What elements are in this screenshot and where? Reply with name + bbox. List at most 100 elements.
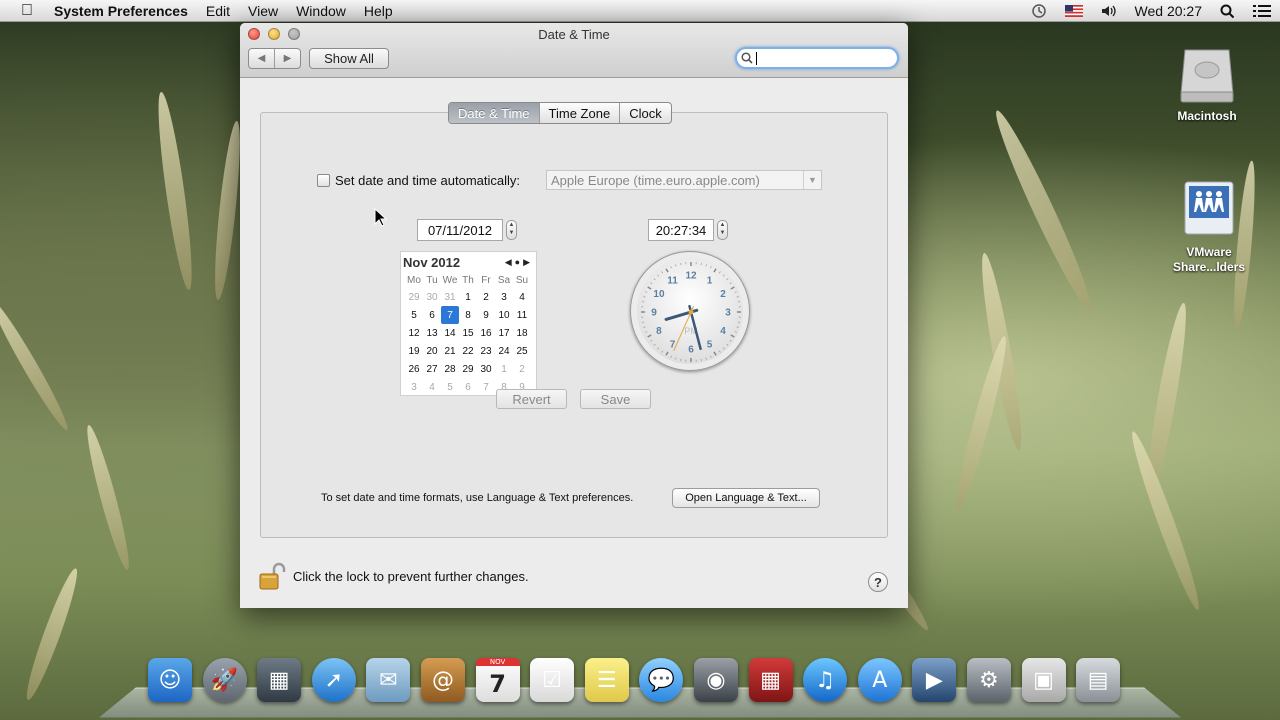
calendar-day[interactable]: 2: [513, 360, 531, 378]
open-language-text-button[interactable]: Open Language & Text...: [672, 488, 820, 508]
calendar-day[interactable]: 29: [405, 288, 423, 306]
back-arrow-icon[interactable]: ◀: [249, 49, 275, 68]
next-month-icon[interactable]: ▶: [523, 257, 533, 267]
itunes-icon[interactable]: ♫: [799, 654, 851, 706]
calendar-day[interactable]: 28: [441, 360, 459, 378]
calendar-day[interactable]: 19: [405, 342, 423, 360]
reminders-icon[interactable]: ☑: [526, 654, 578, 706]
calendar-day[interactable]: 1: [495, 360, 513, 378]
help-button[interactable]: ?: [868, 572, 888, 592]
menu-view[interactable]: View: [239, 3, 287, 19]
calendar-day[interactable]: 22: [459, 342, 477, 360]
facetime-icon[interactable]: ◉: [690, 654, 742, 706]
time-stepper[interactable]: ▲ ▼: [717, 220, 728, 240]
time-machine-icon[interactable]: [1022, 3, 1056, 19]
calendar-day[interactable]: 21: [441, 342, 459, 360]
app-store-icon[interactable]: A: [854, 654, 906, 706]
mail-icon[interactable]: ✉: [362, 654, 414, 706]
date-stepper[interactable]: ▲ ▼: [506, 220, 517, 240]
calendar-day[interactable]: 20: [423, 342, 441, 360]
notification-center-icon[interactable]: [1244, 4, 1280, 18]
ical-icon[interactable]: NOV 7: [472, 654, 524, 706]
time-server-select[interactable]: Apple Europe (time.euro.apple.com) ▼: [546, 170, 822, 190]
calendar-day[interactable]: 9: [477, 306, 495, 324]
calendar-day[interactable]: 10: [495, 306, 513, 324]
revert-button[interactable]: Revert: [496, 389, 567, 409]
calendar-day[interactable]: 26: [405, 360, 423, 378]
lock-open-icon[interactable]: [258, 561, 286, 591]
today-dot-icon[interactable]: ●: [515, 257, 523, 267]
forward-arrow-icon[interactable]: ▶: [275, 49, 300, 68]
calendar-day[interactable]: 16: [477, 324, 495, 342]
calendar-day[interactable]: 7: [441, 306, 459, 324]
menu-edit[interactable]: Edit: [197, 3, 239, 19]
calendar-day[interactable]: 11: [513, 306, 531, 324]
documents-icon[interactable]: ▣: [1018, 654, 1070, 706]
calendar-day[interactable]: 18: [513, 324, 531, 342]
volume-icon[interactable]: [1092, 4, 1126, 18]
previous-month-icon[interactable]: ◀: [505, 257, 515, 267]
calendar-day[interactable]: 4: [513, 288, 531, 306]
calendar-day[interactable]: 7: [477, 378, 495, 396]
app-store-glyph: A: [857, 658, 902, 702]
notes-glyph: ☰: [584, 658, 629, 702]
photo-booth-icon[interactable]: ▦: [745, 654, 797, 706]
calendar-day[interactable]: 13: [423, 324, 441, 342]
tab-date-time[interactable]: Date & Time: [449, 103, 539, 123]
quicktime-icon[interactable]: ▶: [908, 654, 960, 706]
calendar-day[interactable]: 30: [477, 360, 495, 378]
clock-tick: [730, 286, 735, 290]
calendar-day[interactable]: 23: [477, 342, 495, 360]
notes-icon[interactable]: ☰: [581, 654, 633, 706]
calendar-day[interactable]: 15: [459, 324, 477, 342]
calendar-day[interactable]: 3: [405, 378, 423, 396]
app-menu[interactable]: System Preferences: [54, 3, 197, 19]
date-field[interactable]: 07/11/2012: [417, 219, 503, 241]
auto-set-label[interactable]: Set date and time automatically:: [335, 173, 520, 188]
calendar-day[interactable]: 6: [423, 306, 441, 324]
calendar-day[interactable]: 17: [495, 324, 513, 342]
menu-help[interactable]: Help: [355, 3, 402, 19]
calendar-day[interactable]: 24: [495, 342, 513, 360]
apple-menu-icon[interactable]: : [0, 2, 54, 20]
search-field[interactable]: [735, 47, 899, 69]
input-source-flag-icon[interactable]: [1056, 5, 1092, 17]
calendar-day[interactable]: 27: [423, 360, 441, 378]
analog-clock[interactable]: 12 1 2 3 4 5 6 7 8 9 10 11 PM: [630, 251, 750, 371]
calendar-day[interactable]: 3: [495, 288, 513, 306]
calendar-day[interactable]: 5: [405, 306, 423, 324]
address-book-icon[interactable]: @: [417, 654, 469, 706]
calendar-day[interactable]: 2: [477, 288, 495, 306]
spotlight-icon[interactable]: [1211, 4, 1244, 19]
calendar-day[interactable]: 5: [441, 378, 459, 396]
calendar-day[interactable]: 12: [405, 324, 423, 342]
auto-set-checkbox[interactable]: [317, 174, 330, 187]
tab-clock[interactable]: Clock: [619, 103, 671, 123]
clock-tick: [643, 296, 646, 298]
calendar-day[interactable]: 4: [423, 378, 441, 396]
calendar-day[interactable]: 8: [459, 306, 477, 324]
desktop-icon-macintosh[interactable]: Macintosh: [1162, 44, 1252, 123]
tab-time-zone[interactable]: Time Zone: [538, 103, 620, 123]
save-button[interactable]: Save: [580, 389, 651, 409]
menu-clock[interactable]: Wed 20:27: [1126, 3, 1211, 19]
calendar-day[interactable]: 29: [459, 360, 477, 378]
calendar-day[interactable]: 31: [441, 288, 459, 306]
mission-control-icon[interactable]: ▦: [253, 654, 305, 706]
time-field[interactable]: 20:27:34: [648, 219, 714, 241]
system-preferences-icon[interactable]: ⚙: [963, 654, 1015, 706]
messages-icon[interactable]: 💬: [635, 654, 687, 706]
back-forward-control: ◀ ▶: [248, 48, 301, 69]
desktop-icon-vmware-shared[interactable]: VMware Share...lders: [1164, 178, 1254, 275]
menu-window[interactable]: Window: [287, 3, 355, 19]
launchpad-icon[interactable]: 🚀: [199, 654, 251, 706]
safari-icon[interactable]: ➚: [308, 654, 360, 706]
show-all-button[interactable]: Show All: [309, 48, 389, 69]
trash-icon[interactable]: ▤: [1072, 654, 1124, 706]
calendar-day[interactable]: 25: [513, 342, 531, 360]
calendar-day[interactable]: 1: [459, 288, 477, 306]
calendar-day[interactable]: 30: [423, 288, 441, 306]
calendar-day[interactable]: 6: [459, 378, 477, 396]
calendar-day[interactable]: 14: [441, 324, 459, 342]
finder-icon[interactable]: ☺: [144, 654, 196, 706]
